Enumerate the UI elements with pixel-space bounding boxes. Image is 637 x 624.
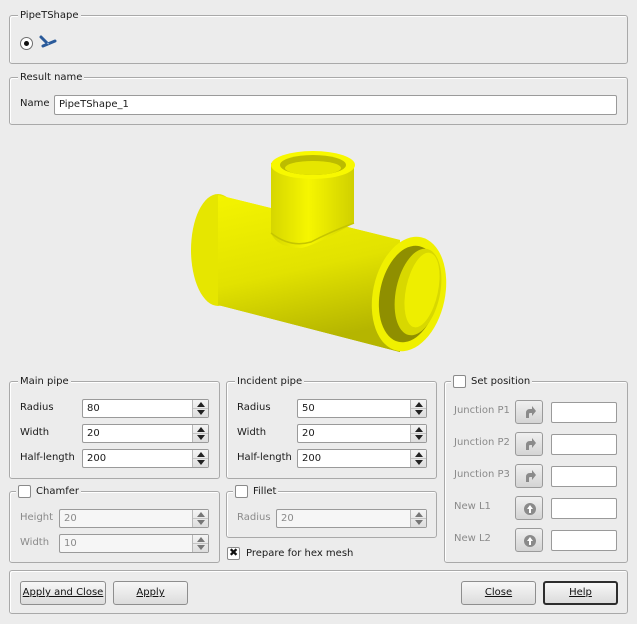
chamfer-width-value: 10 — [64, 538, 77, 549]
incident-width-arrows[interactable] — [410, 425, 426, 442]
set-position-label: Set position — [471, 376, 531, 387]
junction-p1-field[interactable] — [551, 402, 617, 423]
main-pipe-group-title: Main pipe — [18, 375, 71, 388]
close-button[interactable]: Close — [461, 581, 536, 605]
fillet-radius-spinbox[interactable]: 20 — [276, 509, 427, 528]
select-arrow-icon — [526, 470, 536, 482]
fillet-label: Fillet — [253, 486, 277, 497]
junction-p1-select-button[interactable] — [515, 400, 543, 424]
chamfer-width-label: Width — [20, 537, 50, 548]
pipe-tee-icon — [38, 34, 58, 53]
junction-p1-label: Junction P1 — [454, 405, 510, 416]
select-up-icon — [524, 503, 536, 515]
main-width-value: 20 — [87, 428, 100, 439]
main-half-length-spinbox[interactable]: 200 — [82, 449, 209, 468]
pipe-tshape-group: PipeTShape — [9, 9, 628, 64]
name-label: Name — [20, 98, 50, 109]
chamfer-height-value: 20 — [64, 513, 77, 524]
set-position-group-title: Set position — [451, 375, 533, 388]
hex-mesh-label: Prepare for hex mesh — [246, 548, 354, 559]
tshape-preview-image — [180, 140, 455, 360]
chamfer-height-label: Height — [20, 512, 54, 523]
incident-width-spinbox[interactable]: 20 — [297, 424, 427, 443]
result-name-group: Result name Name PipeTShape_1 — [9, 71, 628, 125]
help-button[interactable]: Help — [543, 581, 618, 605]
junction-p3-label: Junction P3 — [454, 469, 510, 480]
junction-p3-field[interactable] — [551, 466, 617, 487]
set-position-group: Set position Junction P1 Junction P2 Jun… — [444, 375, 628, 563]
incident-width-label: Width — [237, 427, 267, 438]
new-l1-select-button[interactable] — [515, 496, 543, 520]
chamfer-group-title: Chamfer — [16, 485, 81, 498]
main-width-arrows[interactable] — [192, 425, 208, 442]
select-up-icon — [524, 535, 536, 547]
incident-half-length-label: Half-length — [237, 452, 292, 463]
junction-p2-select-button[interactable] — [515, 432, 543, 456]
apply-button[interactable]: Apply — [113, 581, 188, 605]
select-arrow-icon — [526, 438, 536, 450]
chamfer-label: Chamfer — [36, 486, 79, 497]
junction-p3-select-button[interactable] — [515, 464, 543, 488]
apply-and-close-button[interactable]: Apply and Close — [20, 581, 106, 605]
pipe-tshape-group-title: PipeTShape — [18, 9, 81, 22]
fillet-radius-value: 20 — [281, 513, 294, 524]
fillet-radius-arrows[interactable] — [410, 510, 426, 527]
hex-mesh-option[interactable]: Prepare for hex mesh — [227, 546, 354, 560]
incident-half-length-spinbox[interactable]: 200 — [297, 449, 427, 468]
incident-radius-value: 50 — [302, 403, 315, 414]
main-half-length-label: Half-length — [20, 452, 75, 463]
main-radius-spinbox[interactable]: 80 — [82, 399, 209, 418]
incident-radius-spinbox[interactable]: 50 — [297, 399, 427, 418]
new-l2-label: New L2 — [454, 533, 491, 544]
result-name-group-title: Result name — [18, 71, 85, 84]
main-width-label: Width — [20, 427, 50, 438]
incident-half-length-value: 200 — [302, 453, 322, 464]
junction-p2-field[interactable] — [551, 434, 617, 455]
fillet-group-title: Fillet — [233, 485, 279, 498]
chamfer-group: Chamfer Height 20 Width 10 — [9, 485, 220, 563]
incident-radius-arrows[interactable] — [410, 400, 426, 417]
chamfer-height-arrows[interactable] — [192, 510, 208, 527]
chamfer-width-spinbox[interactable]: 10 — [59, 534, 209, 553]
set-position-checkbox[interactable] — [453, 375, 466, 388]
incident-pipe-group: Incident pipe Radius 50 Width 20 Half-le… — [226, 375, 437, 479]
incident-half-length-arrows[interactable] — [410, 450, 426, 467]
button-bar: Apply and Close Apply Close Help — [9, 570, 628, 614]
chamfer-checkbox[interactable] — [18, 485, 31, 498]
main-radius-label: Radius — [20, 402, 54, 413]
new-l1-field[interactable] — [551, 498, 617, 519]
main-radius-arrows[interactable] — [192, 400, 208, 417]
main-half-length-value: 200 — [87, 453, 107, 464]
main-width-spinbox[interactable]: 20 — [82, 424, 209, 443]
main-pipe-group: Main pipe Radius 80 Width 20 Half-length… — [9, 375, 220, 479]
fillet-checkbox[interactable] — [235, 485, 248, 498]
main-half-length-arrows[interactable] — [192, 450, 208, 467]
incident-pipe-group-title: Incident pipe — [235, 375, 305, 388]
chamfer-width-arrows[interactable] — [192, 535, 208, 552]
hex-mesh-checkbox[interactable] — [227, 546, 240, 560]
incident-radius-label: Radius — [237, 402, 271, 413]
new-l2-select-button[interactable] — [515, 528, 543, 552]
pipe-tshape-radio[interactable] — [20, 37, 33, 50]
new-l2-field[interactable] — [551, 530, 617, 551]
chamfer-height-spinbox[interactable]: 20 — [59, 509, 209, 528]
select-arrow-icon — [526, 406, 536, 418]
main-radius-value: 80 — [87, 403, 100, 414]
incident-width-value: 20 — [302, 428, 315, 439]
new-l1-label: New L1 — [454, 501, 491, 512]
result-name-input[interactable]: PipeTShape_1 — [54, 95, 617, 115]
junction-p2-label: Junction P2 — [454, 437, 510, 448]
fillet-group: Fillet Radius 20 — [226, 485, 437, 538]
fillet-radius-label: Radius — [237, 512, 271, 523]
